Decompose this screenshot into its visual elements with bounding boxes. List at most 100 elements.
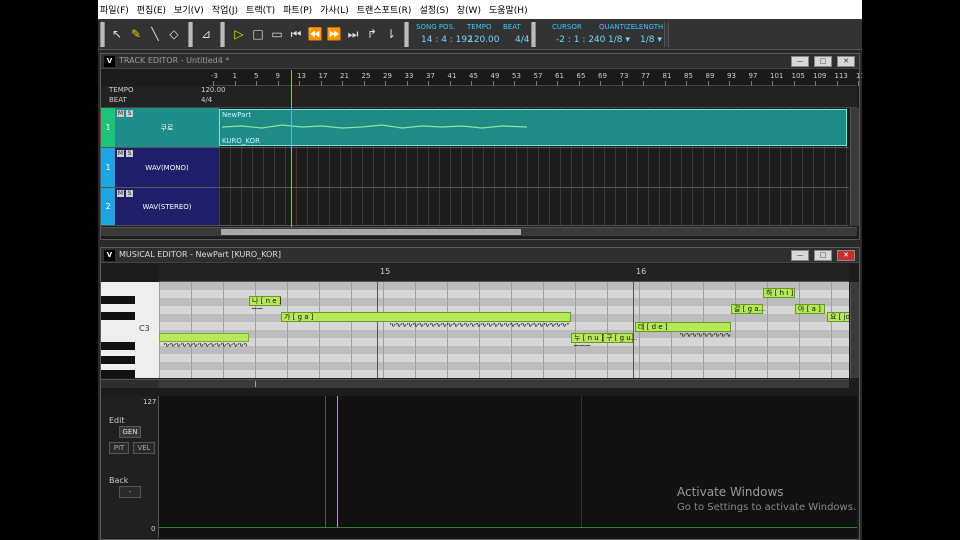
track-editor-titlebar[interactable]: V TRACK EDITOR - Untitled4 * — □ ✕: [101, 54, 859, 69]
ruler-tick-label: 49: [490, 72, 500, 80]
track-editor-ruler[interactable]: -3 1 5 9 13 17 21 25 29 33 37 41 45 49 53 57 61 65 69 73 77 8…: [209, 70, 862, 86]
pitch-curve: ∽∽∽: [573, 344, 591, 349]
ruler-tick-label: -3: [211, 72, 218, 80]
menu-transport[interactable]: 트랜스포트(R): [357, 3, 412, 16]
eraser-tool-icon[interactable]: ◇: [165, 24, 183, 44]
menu-file[interactable]: 파일(F): [100, 3, 129, 16]
vocal-part[interactable]: NewPart KURO_KOR: [219, 109, 847, 146]
beat-value[interactable]: 4/4: [515, 35, 529, 45]
musical-editor-vscroll[interactable]: [850, 282, 859, 378]
minimize-button[interactable]: —: [791, 56, 809, 67]
fast-forward-icon[interactable]: ⏩: [325, 24, 343, 44]
control-track-area[interactable]: [159, 396, 857, 538]
piano-roll[interactable]: ∿∿∿∿∿∿∿∿∿∿∿∿∿∿∿∿∿∿ 나 [ n e ] ∽∽ 가 [ g a …: [159, 282, 849, 378]
menu-settings[interactable]: 설정(S): [419, 3, 448, 16]
menu-help[interactable]: 도움말(H): [489, 3, 528, 16]
black-key[interactable]: [101, 370, 135, 378]
menu-lyrics[interactable]: 가사(L): [320, 3, 349, 16]
auto-scroll-icon[interactable]: ↱: [363, 24, 381, 44]
pit-button[interactable]: PIT: [109, 442, 129, 454]
note-lyric[interactable]: 데 [ d e ]: [635, 322, 731, 332]
track-row-wav-stereo[interactable]: 2 WAV(STEREO) M S: [101, 188, 849, 226]
note-lyric[interactable]: 가 [ g a ]: [281, 312, 571, 322]
black-key[interactable]: [101, 342, 135, 350]
note-lyric[interactable]: 갈 [ g a...: [731, 304, 765, 314]
black-key[interactable]: [101, 356, 135, 364]
menu-part[interactable]: 파트(P): [283, 3, 312, 16]
menu-job[interactable]: 작업(J): [212, 3, 238, 16]
close-button[interactable]: ✕: [837, 56, 855, 67]
hscroll-thumb[interactable]: [221, 229, 521, 235]
track-editor-hscroll[interactable]: [101, 227, 857, 236]
key-scroll[interactable]: [101, 379, 159, 388]
mute-button[interactable]: M: [117, 110, 124, 117]
maximize-button[interactable]: □: [814, 250, 832, 261]
grid-snap-icon[interactable]: ⊿: [197, 24, 215, 44]
vibrato-curve: ∿∿∿∿∿∿∿∿∿∿∿∿∿∿∿∿∿∿: [163, 343, 247, 348]
track-row-vocal[interactable]: 1 쿠로 M S NewPart KURO_KOR: [101, 108, 849, 148]
loop-icon[interactable]: ▭: [268, 24, 286, 44]
solo-button[interactable]: S: [126, 190, 133, 197]
rewind-start-icon[interactable]: ⏮: [287, 24, 305, 44]
mute-button[interactable]: M: [117, 150, 124, 157]
menu-view[interactable]: 보기(V): [174, 3, 204, 16]
note-lyric[interactable]: 아 [ a ]: [795, 304, 825, 314]
back-select[interactable]: -: [119, 486, 141, 498]
stop-icon[interactable]: □: [249, 24, 267, 44]
musical-editor-hscroll[interactable]: [159, 379, 849, 388]
black-key[interactable]: [101, 296, 135, 304]
mute-button[interactable]: M: [117, 190, 124, 197]
play-icon[interactable]: ▷: [230, 24, 248, 44]
ruler-tick-label: 45: [469, 72, 478, 80]
forward-end-icon[interactable]: ⏭: [344, 24, 362, 44]
maximize-button[interactable]: □: [814, 56, 832, 67]
arrow-tool-icon[interactable]: ↖: [108, 24, 126, 44]
tempo-value[interactable]: 120.00: [468, 35, 500, 45]
beat-lane-value[interactable]: 4/4: [201, 96, 212, 104]
ruler-tick-label: 17: [318, 72, 328, 80]
toolbar-grip[interactable]: [531, 22, 536, 47]
track-lane[interactable]: [219, 188, 849, 225]
note-bar[interactable]: [159, 333, 249, 342]
line-tool-icon[interactable]: ╲: [146, 24, 164, 44]
song-pos-value: 14 : 4 : 192: [421, 35, 473, 45]
ruler-tick-label: 21: [340, 72, 349, 80]
menu-track[interactable]: 트랙(T): [246, 3, 275, 16]
toolbar-grip[interactable]: [188, 22, 193, 47]
ruler-tick-label: 105: [791, 72, 805, 80]
black-key[interactable]: [101, 312, 135, 320]
toolbar-grip[interactable]: [220, 22, 225, 47]
rewind-icon[interactable]: ⏪: [306, 24, 324, 44]
solo-button[interactable]: S: [126, 150, 133, 157]
menu-edit[interactable]: 편집(E): [137, 3, 166, 16]
note-lyric[interactable]: 하 [ h i ]: [763, 288, 795, 298]
close-button[interactable]: ✕: [837, 250, 855, 261]
pencil-tool-icon[interactable]: ✎: [127, 24, 145, 44]
toolbar-grip[interactable]: [100, 22, 105, 47]
track-lane[interactable]: [219, 148, 849, 187]
quantize-select[interactable]: 1/8 ▾: [608, 35, 630, 45]
track-row-wav-mono[interactable]: 1 WAV(MONO) M S: [101, 148, 849, 188]
marker-icon[interactable]: ⇂: [382, 24, 400, 44]
playhead[interactable]: [291, 70, 292, 227]
playhead[interactable]: [337, 396, 338, 528]
musical-editor-titlebar[interactable]: V MUSICAL EDITOR - NewPart [KURO_KOR] — …: [101, 248, 859, 263]
song-pos-label: SONG POS.: [416, 23, 456, 31]
piano-keyboard[interactable]: C3: [101, 282, 159, 378]
menu-window[interactable]: 창(W): [457, 3, 481, 16]
track-editor-vscroll[interactable]: [850, 108, 859, 226]
musical-editor-ruler[interactable]: 15 16: [159, 264, 849, 282]
track-lane[interactable]: NewPart KURO_KOR: [219, 108, 849, 147]
vel-button[interactable]: VEL: [133, 442, 155, 454]
note-lyric[interactable]: 요 [ jo: [827, 312, 849, 322]
note-lyric[interactable]: 누 [ n u ]: [571, 333, 604, 343]
solo-button[interactable]: S: [126, 110, 133, 117]
toolbar-grip[interactable]: [404, 22, 409, 47]
edit-mode-select[interactable]: GEN: [119, 426, 141, 438]
note-lyric[interactable]: 나 [ n e ]: [249, 296, 282, 306]
minimize-button[interactable]: —: [791, 250, 809, 261]
vocaloid-logo-icon: V: [104, 56, 115, 67]
note-lyric[interactable]: 구 [ g u...: [603, 333, 637, 343]
tempo-lane-value[interactable]: 120.00: [201, 86, 226, 94]
length-select[interactable]: 1/8 ▾: [640, 35, 662, 45]
